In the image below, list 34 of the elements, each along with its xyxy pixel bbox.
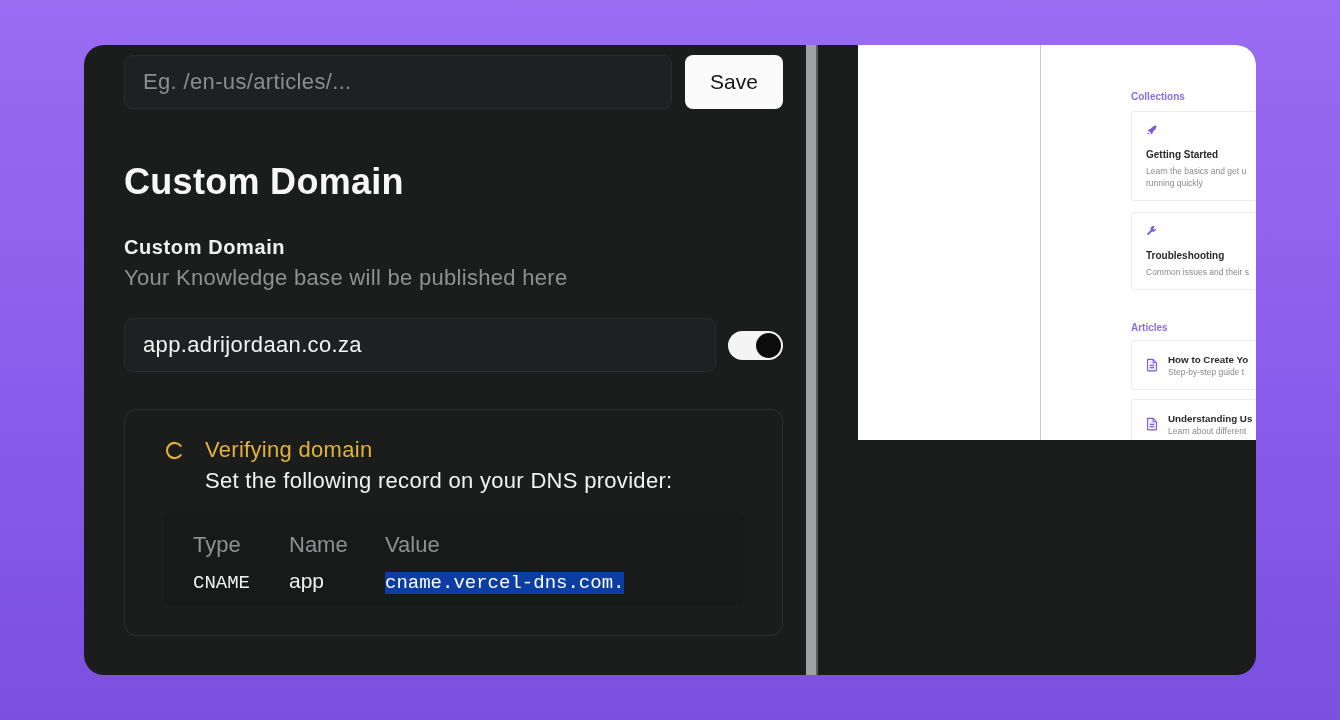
instruction-text: Set the following record on your DNS provider: — [205, 468, 674, 494]
card-description: Common issues and their s — [1146, 266, 1250, 278]
table-cell: app — [289, 569, 325, 592]
document-icon — [1146, 417, 1158, 431]
domain-input-field[interactable]: app.adrijordaan.co.za — [124, 318, 716, 372]
article-row[interactable]: Understanding Us Learn about different — [1131, 399, 1256, 440]
card-title: Getting Started — [1146, 148, 1220, 161]
table-cell: cname.vercel-dns.com. — [385, 571, 625, 594]
save-button[interactable]: Save — [685, 55, 783, 109]
card-description: Learn the basics and get u running quickly — [1146, 165, 1248, 189]
card-title: Troubleshooting — [1146, 249, 1226, 262]
article-description: Step-by-step guide t — [1168, 367, 1246, 377]
section-heading: Custom Domain — [124, 162, 405, 202]
collection-card[interactable]: Troubleshooting Common issues and their s — [1131, 212, 1256, 290]
section-label: Articles — [1131, 321, 1169, 334]
field-label: Custom Domain — [124, 235, 287, 260]
wrench-icon — [1146, 225, 1158, 237]
section-label: Collections — [1131, 90, 1186, 103]
article-title: How to Create Yo — [1168, 353, 1249, 367]
article-title: Understanding Us — [1168, 412, 1253, 426]
status-title: Verifying domain — [205, 437, 373, 463]
article-description: Learn about different — [1168, 426, 1248, 436]
field-description: Your Knowledge base will be published here — [124, 265, 569, 291]
resize-handle[interactable] — [806, 45, 818, 675]
table-cell: CNAME — [193, 571, 250, 594]
column-header: Value — [385, 532, 441, 558]
rocket-icon — [1146, 124, 1158, 136]
article-row[interactable]: How to Create Yo Step-by-step guide t — [1131, 340, 1256, 390]
toggle-switch[interactable] — [728, 330, 783, 360]
collection-card[interactable]: Getting Started Learn the basics and get u running quickly — [1131, 111, 1256, 201]
document-icon — [1146, 358, 1158, 372]
column-header: Name — [289, 532, 349, 558]
url-input-field[interactable]: Eg. /en-us/articles/... — [124, 55, 672, 109]
column-header: Type — [193, 532, 242, 558]
